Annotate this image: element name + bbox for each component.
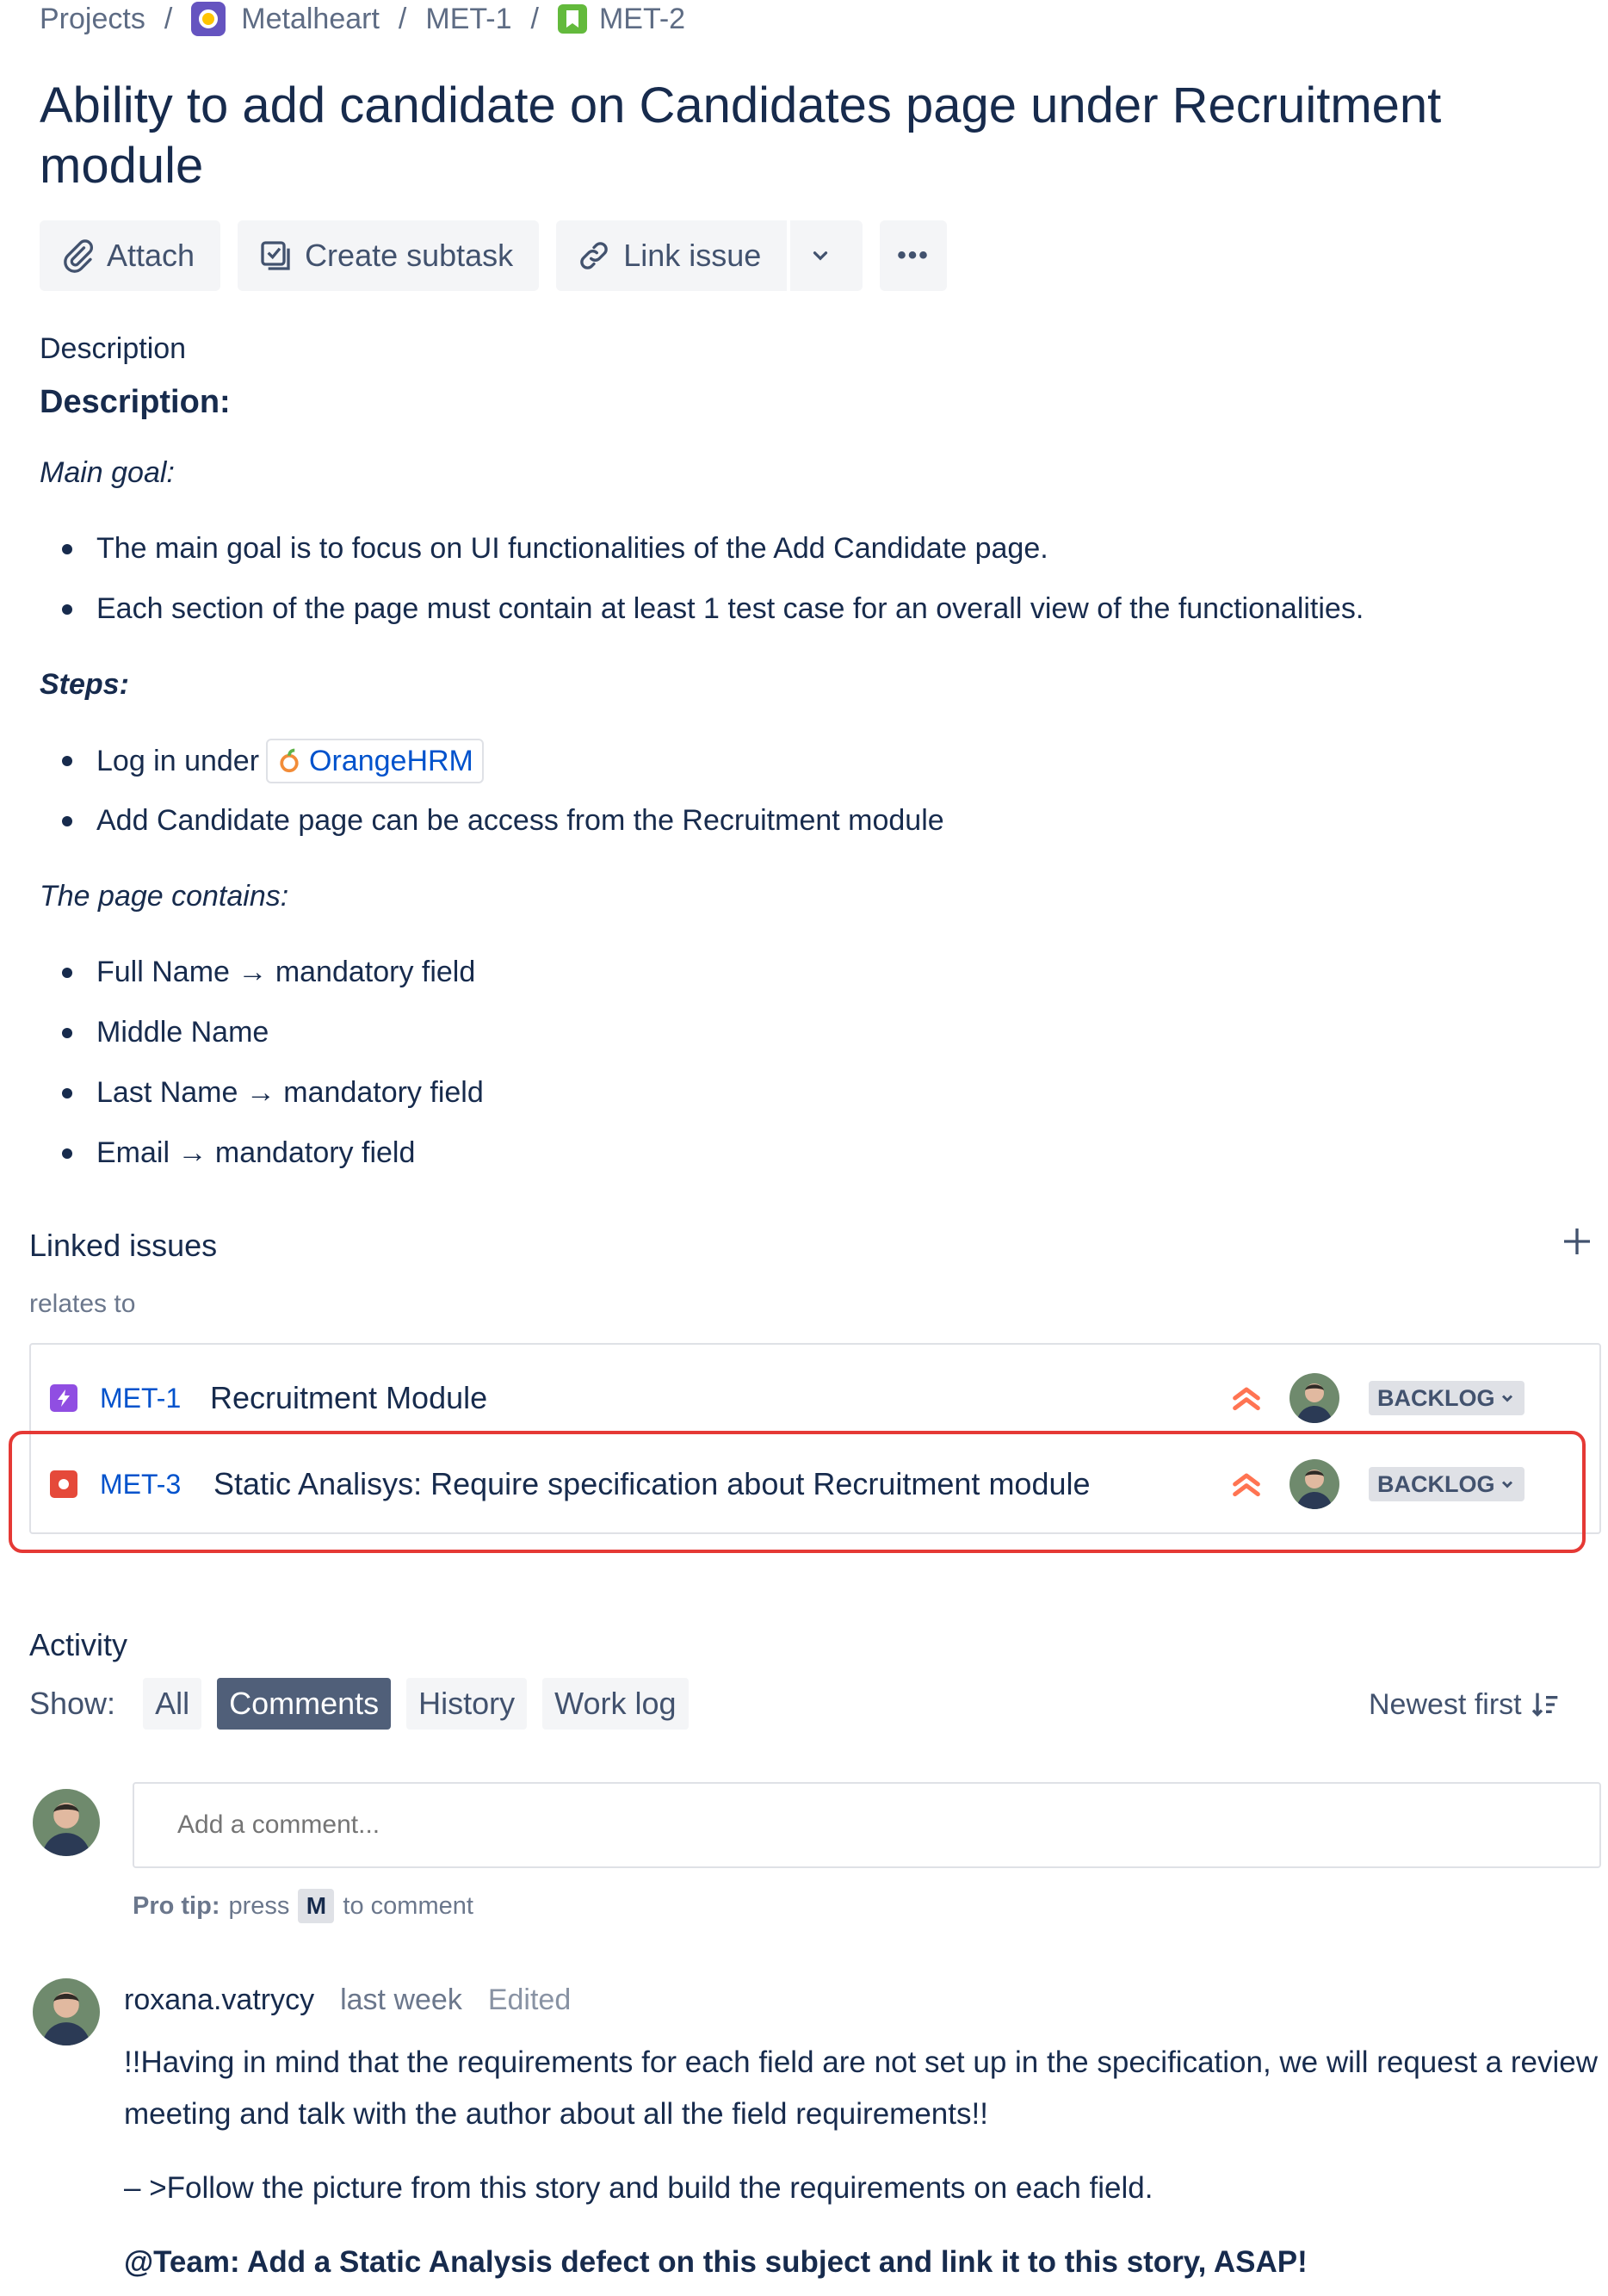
- comment-text-bold: @Team: Add a Static Analysis defect on t…: [124, 2245, 1308, 2279]
- sort-order-label: Newest first: [1369, 1687, 1522, 1721]
- list-item: Each section of the page must contain at…: [62, 592, 1364, 626]
- linked-issue-key[interactable]: MET-3: [100, 1469, 181, 1501]
- breadcrumb-separator: /: [398, 2, 407, 35]
- status-dropdown[interactable]: BACKLOG: [1369, 1381, 1525, 1415]
- breadcrumb-project-label: Metalheart: [241, 2, 380, 35]
- issue-view: Projects / Metalheart / MET-1 / MET-2 Ab…: [0, 0, 1608, 2296]
- paperclip-icon: [64, 239, 94, 273]
- comment-edited: Edited: [487, 1983, 572, 2016]
- assignee-avatar[interactable]: [1289, 1373, 1339, 1423]
- create-subtask-button[interactable]: Create subtask: [238, 220, 540, 291]
- link-issue-dropdown[interactable]: [790, 220, 863, 291]
- comment-text: !!Having in mind that the requirements f…: [124, 2045, 1598, 2079]
- comment-input[interactable]: [133, 1782, 1601, 1868]
- add-linked-issue-icon[interactable]: [1560, 1224, 1594, 1259]
- subtask-icon: [261, 241, 290, 270]
- high-priority-icon: [1233, 1387, 1260, 1411]
- breadcrumb-projects[interactable]: Projects: [40, 3, 145, 36]
- activity-title: Activity: [29, 1627, 128, 1662]
- pro-tip-label: Pro tip:: [133, 1891, 220, 1920]
- breadcrumb-separator: /: [530, 2, 539, 35]
- linked-issues-title: Linked issues: [29, 1228, 218, 1263]
- description-heading: Description:: [40, 384, 231, 420]
- pro-tip: Pro tip: press M to comment: [133, 1889, 473, 1923]
- status-dropdown[interactable]: BACKLOG: [1369, 1467, 1525, 1501]
- breadcrumb-separator: /: [164, 2, 173, 35]
- orangehrm-icon: [280, 748, 299, 773]
- chevron-down-icon: [1501, 1395, 1512, 1402]
- filter-all-button[interactable]: All: [143, 1678, 202, 1730]
- list-item: Middle Name: [62, 1016, 269, 1049]
- chevron-down-icon: [813, 251, 828, 261]
- attach-button[interactable]: Attach: [40, 220, 221, 291]
- list-item: Last Name → mandatory field: [62, 1076, 484, 1110]
- breadcrumb-current-label: MET-2: [598, 2, 686, 35]
- issue-toolbar: Attach Create subtask Link issue •••: [40, 220, 964, 291]
- show-label: Show:: [29, 1686, 116, 1721]
- comment-header: roxana.vatrycy last week Edited: [124, 1978, 571, 2021]
- list-item: Add Candidate page can be access from th…: [62, 804, 944, 838]
- breadcrumb-project[interactable]: Metalheart: [191, 2, 380, 36]
- comment-time: last week: [340, 1983, 462, 2016]
- linked-issue-summary[interactable]: Static Analisys: Require specification a…: [213, 1466, 1091, 1502]
- sort-order-button[interactable]: Newest first: [1369, 1680, 1563, 1729]
- description-label: Description: [40, 332, 187, 365]
- breadcrumb-parent[interactable]: MET-1: [425, 3, 511, 36]
- filter-history-button[interactable]: History: [406, 1678, 528, 1730]
- attach-label: Attach: [107, 238, 195, 273]
- assignee-avatar[interactable]: [1289, 1459, 1339, 1509]
- breadcrumb-current[interactable]: MET-2: [557, 2, 686, 36]
- create-subtask-label: Create subtask: [305, 238, 514, 273]
- story-icon: [557, 4, 587, 34]
- bug-icon: [50, 1470, 77, 1498]
- linked-issue-key[interactable]: MET-1: [100, 1383, 181, 1414]
- linked-issues-list: MET-1 Recruitment Module BACKLOG MET-3 S…: [29, 1343, 1601, 1534]
- comment-author-avatar[interactable]: [33, 1978, 100, 2045]
- orangehrm-link[interactable]: OrangeHRM: [266, 739, 484, 783]
- comment-text: meeting and talk with the author about a…: [124, 2097, 988, 2131]
- main-goal-label: Main goal:: [40, 456, 175, 489]
- pro-tip-suffix: to comment: [343, 1891, 473, 1920]
- current-user-avatar: [33, 1789, 100, 1856]
- page-contains-label: The page contains:: [40, 880, 289, 913]
- issue-title[interactable]: Ability to add candidate on Candidates p…: [40, 76, 1572, 196]
- relation-label: relates to: [29, 1290, 136, 1318]
- filter-comments-button[interactable]: Comments: [217, 1678, 392, 1730]
- sort-icon: [1531, 1693, 1557, 1717]
- linked-issue-row[interactable]: MET-1 Recruitment Module BACKLOG: [31, 1355, 1599, 1441]
- comment-text: – >Follow the picture from this story an…: [124, 2171, 1153, 2205]
- high-priority-icon: [1233, 1473, 1260, 1497]
- epic-icon: [50, 1384, 77, 1412]
- linked-issue-summary[interactable]: Recruitment Module: [210, 1380, 487, 1416]
- linked-issue-row[interactable]: MET-3 Static Analisys: Require specifica…: [31, 1441, 1599, 1527]
- breadcrumb: Projects / Metalheart / MET-1 / MET-2: [40, 0, 685, 38]
- comment-author[interactable]: roxana.vatrycy: [124, 1983, 314, 2017]
- link-issue-label: Link issue: [623, 238, 762, 273]
- project-avatar-icon: [191, 2, 226, 36]
- link-icon: [580, 242, 608, 269]
- chevron-down-icon: [1501, 1481, 1512, 1488]
- list-item: Log in under OrangeHRM: [62, 739, 484, 783]
- activity-filters: Show: All Comments History Work log: [29, 1677, 704, 1730]
- filter-worklog-button[interactable]: Work log: [542, 1678, 689, 1730]
- list-item: Email → mandatory field: [62, 1136, 415, 1170]
- more-actions-button[interactable]: •••: [880, 220, 947, 291]
- pro-tip-press: press: [228, 1891, 290, 1920]
- shortcut-key: M: [298, 1889, 335, 1923]
- link-issue-button[interactable]: Link issue: [556, 220, 788, 291]
- list-item: The main goal is to focus on UI function…: [62, 532, 1048, 566]
- list-item: Full Name → mandatory field: [62, 956, 475, 989]
- steps-label: Steps:: [40, 668, 129, 701]
- more-icon: •••: [897, 241, 930, 269]
